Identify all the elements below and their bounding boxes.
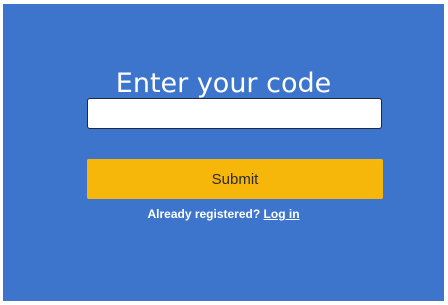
login-prompt: Already registered? Log in [3,207,444,221]
already-registered-text: Already registered? [147,207,261,221]
code-input[interactable] [87,98,382,129]
submit-button[interactable]: Submit [87,159,383,199]
page-title: Enter your code [115,68,332,99]
log-in-link[interactable]: Log in [264,207,300,221]
code-entry-panel: Enter your code Submit Already registere… [3,4,444,301]
